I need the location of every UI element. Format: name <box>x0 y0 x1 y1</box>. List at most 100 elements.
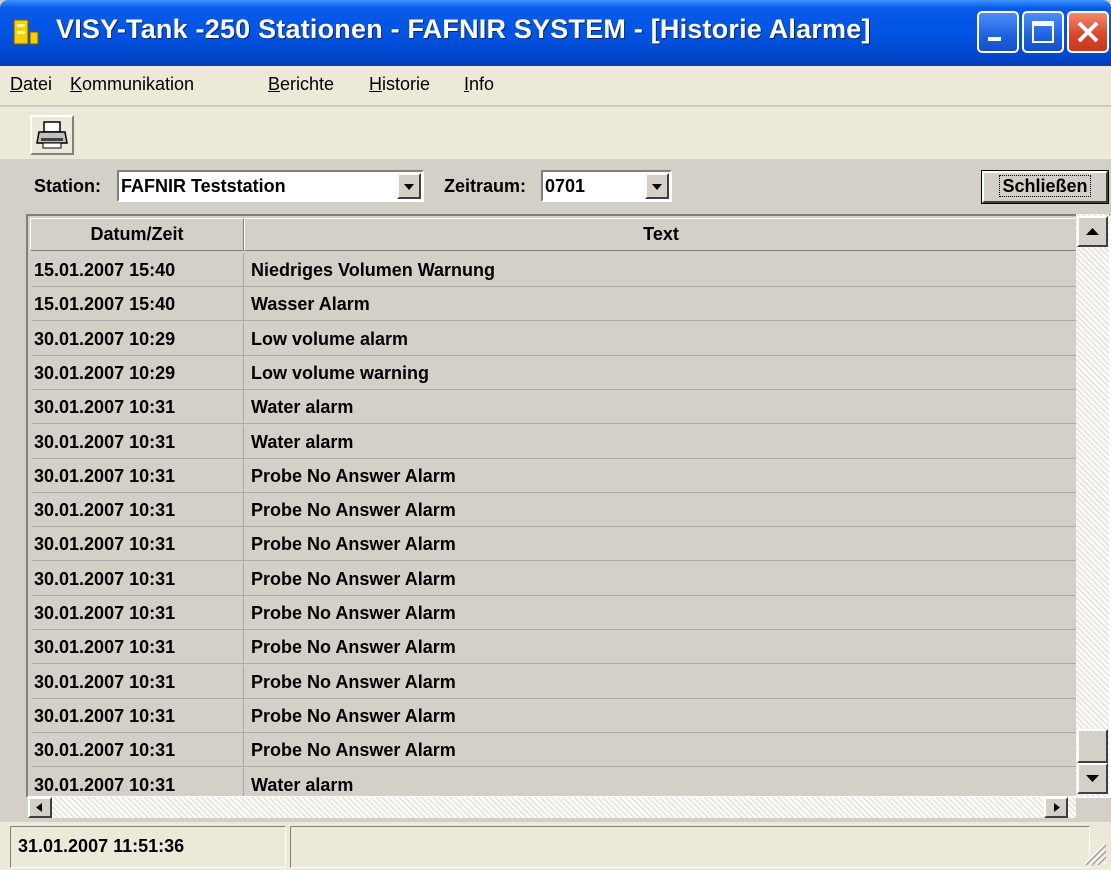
menu-kommunikation-accel: K <box>70 74 83 94</box>
station-select[interactable]: FAFNIR Teststation <box>117 170 424 202</box>
app-icon <box>13 19 39 45</box>
toolbar <box>0 107 1111 159</box>
cell-text: Wasser Alarm <box>251 294 370 315</box>
period-dropdown-button[interactable] <box>645 173 669 199</box>
window-title: VISY-Tank -250 Stationen - FAFNIR SYSTEM… <box>56 14 871 44</box>
cell-text: Water alarm <box>251 397 354 418</box>
menu-berichte-accel: B <box>268 74 281 94</box>
table-row[interactable]: 30.01.2007 10:31 Probe No Answer Alarm <box>32 698 1076 733</box>
period-value: 0701 <box>545 176 586 196</box>
cell-text: Niedriges Volumen Warnung <box>251 260 496 280</box>
station-dropdown-button[interactable] <box>397 173 421 199</box>
alarm-history-table: Datum/Zeit Text 15.01.2007 15:40 Niedrige… <box>26 214 1111 798</box>
station-value: FAFNIR Teststation <box>121 176 286 196</box>
maximize-icon <box>1032 21 1054 43</box>
menu-datei-rest: atei <box>23 74 53 94</box>
scroll-right-button[interactable] <box>1044 797 1068 818</box>
table-row[interactable]: 15.01.2007 15:40 Wasser Alarm <box>32 287 1076 322</box>
menu-kommunikation[interactable]: Kommunikation <box>70 74 194 95</box>
menu-historie-rest: istorie <box>382 74 431 94</box>
table-row[interactable]: 30.01.2007 10:29 Low volume warning <box>32 355 1076 390</box>
arrow-left-icon <box>36 803 42 812</box>
table-row[interactable]: 30.01.2007 10:31 Probe No Answer Alarm <box>32 561 1076 596</box>
cell-text: Low volume warning <box>251 362 430 383</box>
cell-text: Probe No Answer Alarm <box>251 534 456 555</box>
cell-datetime: 30.01.2007 10:31 <box>32 527 244 562</box>
cell-text: Probe No Answer Alarm <box>251 637 456 658</box>
arrow-down-icon <box>1086 775 1099 782</box>
minimize-button[interactable] <box>977 11 1019 53</box>
table-row[interactable]: 30.01.2007 10:31 Probe No Answer Alarm <box>32 630 1076 665</box>
cell-datetime: 30.01.2007 10:31 <box>32 630 244 665</box>
cell-datetime: 30.01.2007 10:31 <box>32 698 244 733</box>
cell-datetime: 30.01.2007 10:31 <box>32 390 244 425</box>
menu-info[interactable]: Info <box>464 74 494 95</box>
horizontal-scrollbar[interactable] <box>28 797 1076 818</box>
table-row[interactable]: 30.01.2007 10:31 Probe No Answer Alarm <box>32 733 1076 768</box>
cell-text: Water alarm <box>251 774 354 795</box>
table-row[interactable]: 30.01.2007 10:31 Probe No Answer Alarm <box>32 596 1076 630</box>
table-row[interactable]: 15.01.2007 15:40 Niedriges Volumen Warnun… <box>32 253 1076 287</box>
vertical-scrollbar[interactable] <box>1076 214 1109 797</box>
cell-datetime: 15.01.2007 15:40 <box>32 287 244 322</box>
period-select[interactable]: 0701 <box>541 170 672 202</box>
cell-datetime: 30.01.2007 10:31 <box>32 664 244 699</box>
cell-text: Water alarm <box>251 431 354 452</box>
cell-text: Probe No Answer Alarm <box>251 465 456 486</box>
table-row[interactable]: 30.01.2007 10:31 Water alarm <box>32 424 1076 459</box>
close-button-label: Schließen <box>999 175 1091 197</box>
resize-grip-icon[interactable] <box>1079 838 1107 866</box>
cell-datetime: 15.01.2007 15:40 <box>32 253 244 287</box>
cell-text: Probe No Answer Alarm <box>251 603 456 623</box>
table-row[interactable]: 30.01.2007 10:31 Water alarm <box>32 767 1076 796</box>
title-bar[interactable]: VISY-Tank -250 Stationen - FAFNIR SYSTEM… <box>0 0 1111 66</box>
close-button[interactable]: Schließen <box>981 170 1109 204</box>
cell-text: Probe No Answer Alarm <box>251 671 456 692</box>
menu-berichte[interactable]: Berichte <box>268 74 334 95</box>
table-row[interactable]: 30.01.2007 10:31 Probe No Answer Alarm <box>32 664 1076 699</box>
column-header-datetime[interactable]: Datum/Zeit <box>30 218 244 251</box>
menu-kommunikation-rest: ommunikation <box>82 74 195 94</box>
menu-datei[interactable]: Datei <box>10 74 52 95</box>
cell-datetime: 30.01.2007 10:31 <box>32 561 244 596</box>
period-label: Zeitraum: <box>444 176 527 196</box>
cell-datetime: 30.01.2007 10:29 <box>32 355 244 390</box>
table-row[interactable]: 30.01.2007 10:31 Water alarm <box>32 390 1076 425</box>
cell-datetime: 30.01.2007 10:31 <box>32 458 244 493</box>
arrow-right-icon <box>1054 803 1060 812</box>
cell-datetime: 30.01.2007 10:31 <box>32 767 244 796</box>
menu-info-rest: nfo <box>469 74 495 94</box>
menu-datei-accel: D <box>10 74 23 94</box>
cell-text: Probe No Answer Alarm <box>251 568 456 589</box>
cell-datetime: 30.01.2007 10:31 <box>32 596 244 630</box>
scroll-down-button[interactable] <box>1077 763 1108 794</box>
cell-text: Low volume alarm <box>251 328 409 349</box>
chevron-down-icon <box>404 184 414 190</box>
status-pane-empty <box>290 826 1090 868</box>
station-label: Station: <box>34 176 101 196</box>
cell-text: Probe No Answer Alarm <box>251 705 456 726</box>
cell-datetime: 30.01.2007 10:31 <box>32 493 244 528</box>
scroll-thumb[interactable] <box>1077 729 1108 763</box>
status-datetime: 31.01.2007 11:51:36 <box>18 836 185 856</box>
close-icon <box>1077 21 1099 43</box>
menu-bar: Datei Kommunikation Berichte Historie In… <box>0 66 1111 106</box>
close-window-button[interactable] <box>1067 11 1109 53</box>
cell-datetime: 30.01.2007 10:29 <box>32 321 244 356</box>
chevron-down-icon <box>652 184 662 190</box>
menu-berichte-rest: erichte <box>280 74 335 94</box>
scroll-up-button[interactable] <box>1077 216 1108 247</box>
maximize-button[interactable] <box>1022 11 1064 53</box>
arrow-up-icon <box>1086 228 1099 235</box>
print-button[interactable] <box>30 115 74 155</box>
cell-datetime: 30.01.2007 10:31 <box>32 733 244 768</box>
menu-historie-accel: H <box>369 74 382 94</box>
minimize-icon <box>988 37 1001 41</box>
table-row[interactable]: 30.01.2007 10:29 Low volume alarm <box>32 321 1076 356</box>
scroll-left-button[interactable] <box>28 797 52 818</box>
menu-historie[interactable]: Historie <box>369 74 430 95</box>
column-header-text[interactable]: Text <box>244 218 1078 251</box>
table-row[interactable]: 30.01.2007 10:31 Probe No Answer Alarm <box>32 527 1076 562</box>
table-row[interactable]: 30.01.2007 10:31 Probe No Answer Alarm <box>32 493 1076 528</box>
table-row[interactable]: 30.01.2007 10:31 Probe No Answer Alarm <box>32 458 1076 493</box>
